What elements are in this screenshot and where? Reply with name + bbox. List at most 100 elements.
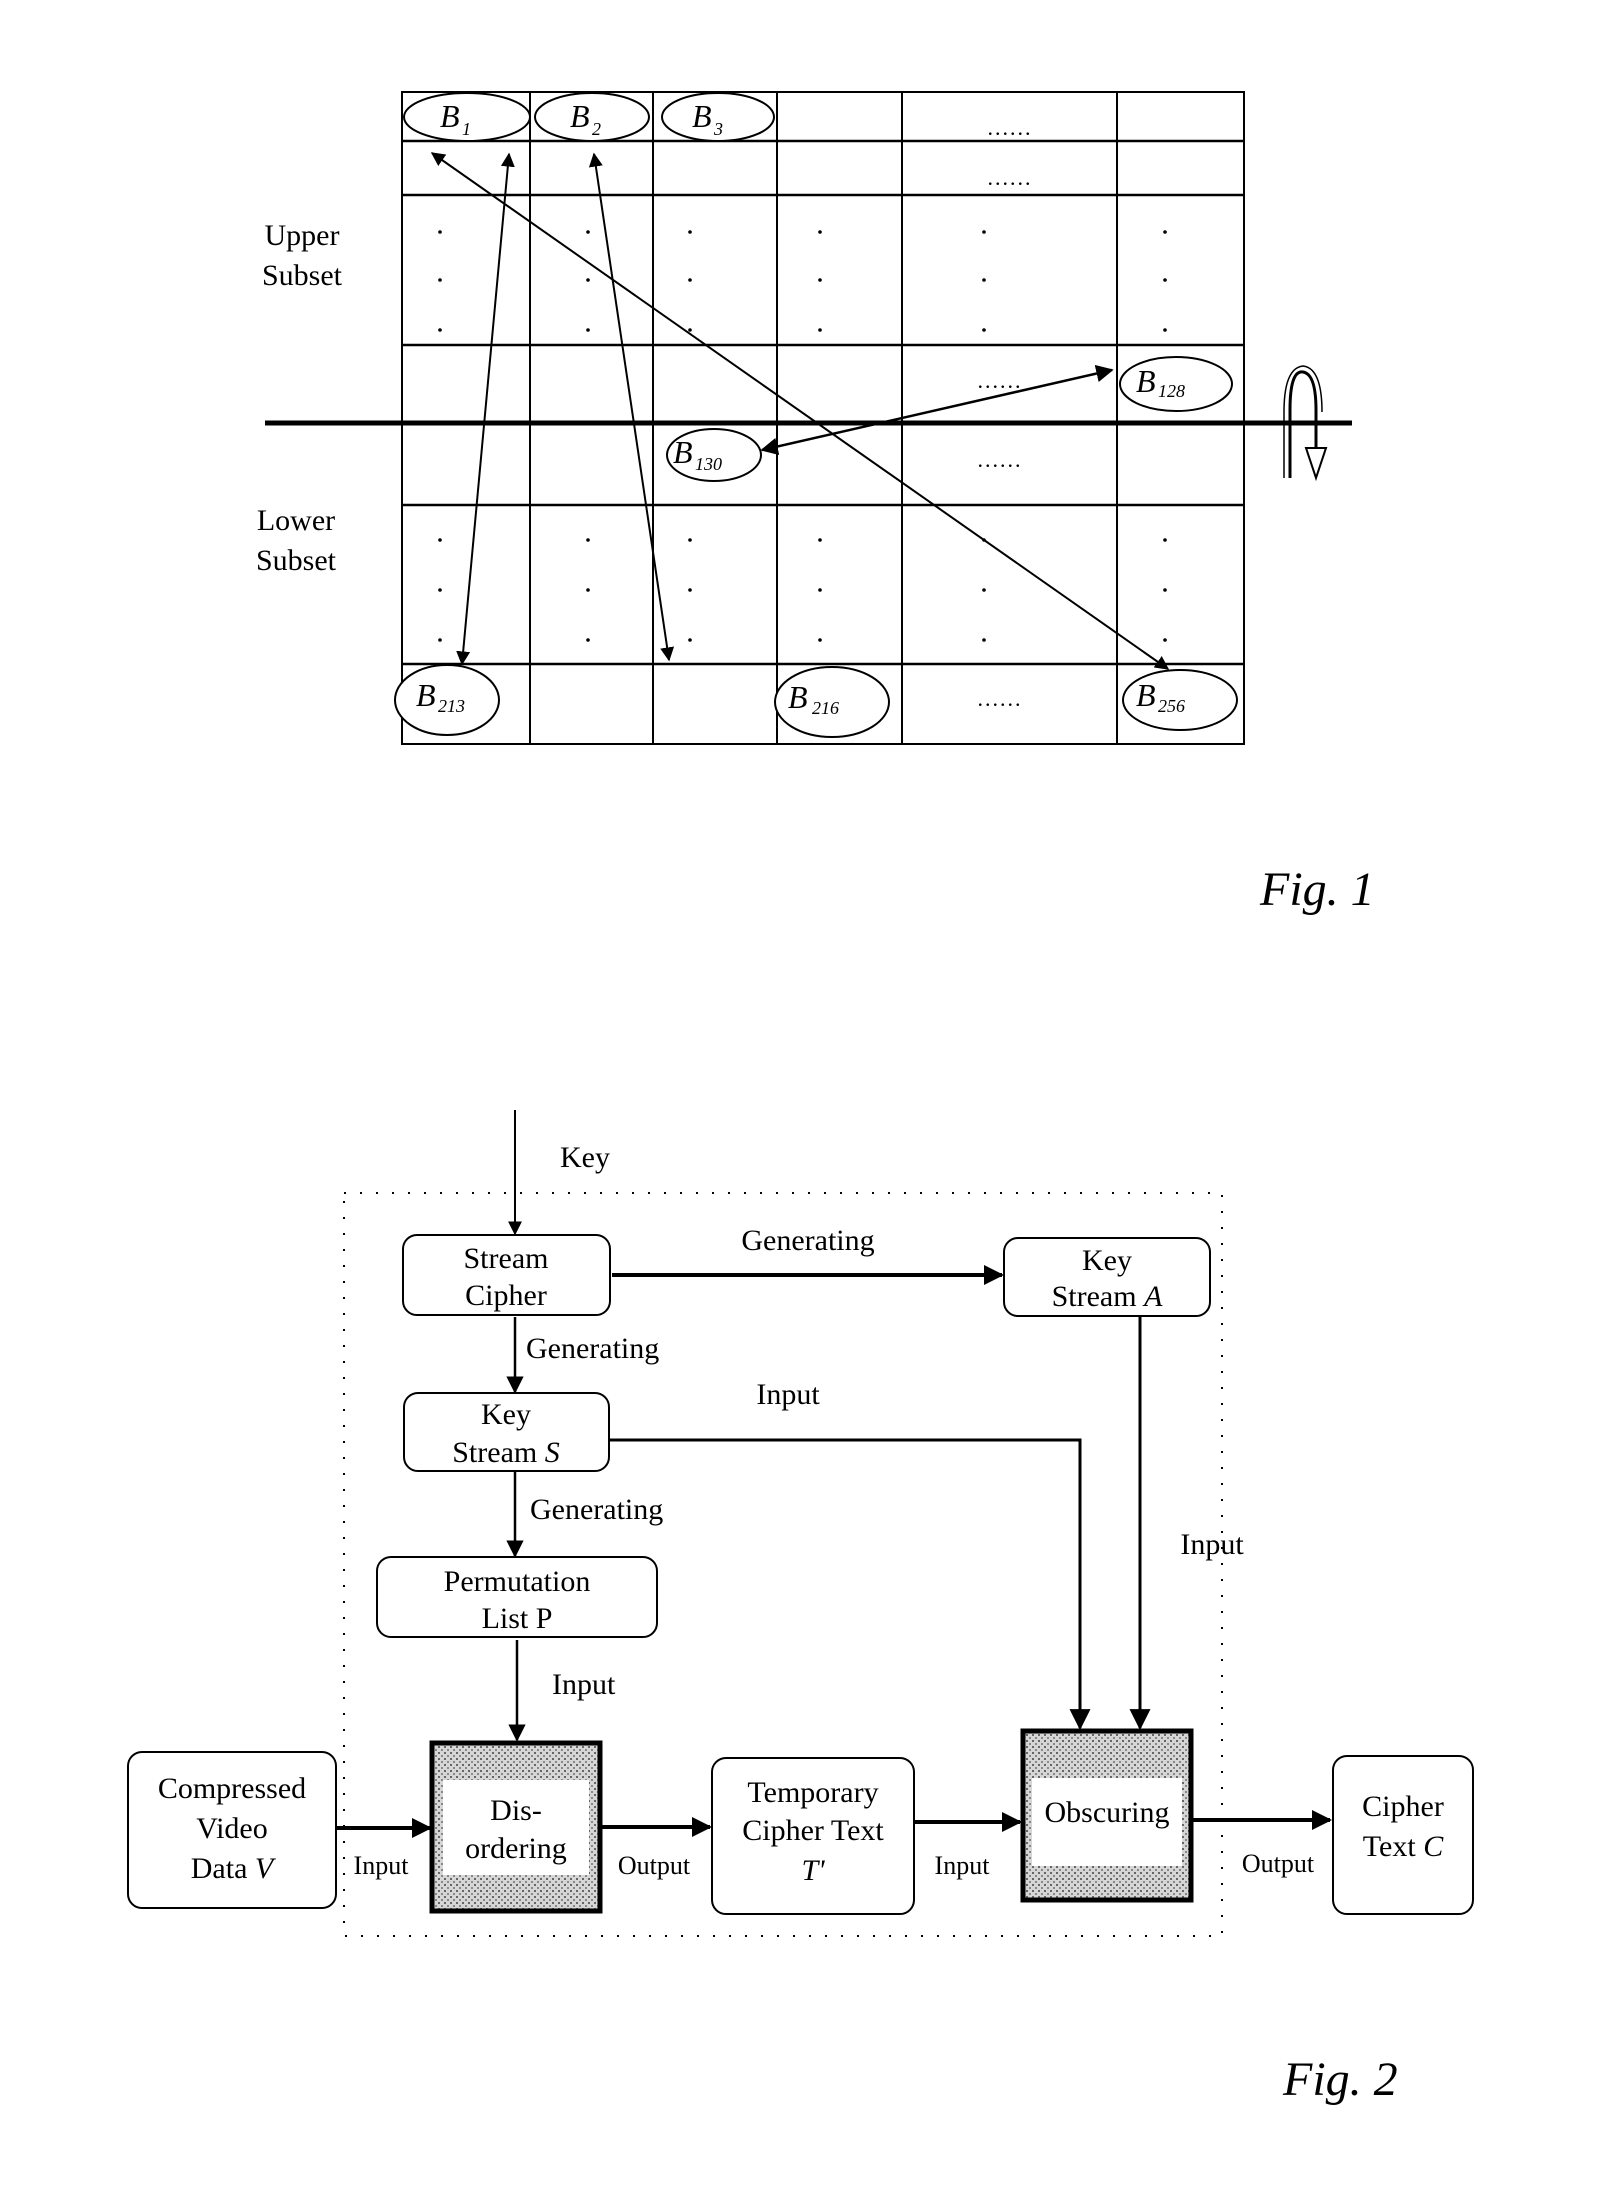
svg-text:B: B — [1136, 677, 1156, 713]
temporary-cipher-text-node: Temporary Cipher Text T' — [711, 1757, 915, 1915]
ellipsis: ...... — [978, 368, 1023, 393]
upper-subset-label: Upper — [265, 219, 340, 252]
fig1-block-grid — [401, 91, 1245, 745]
svg-text:Key: Key — [1082, 1244, 1132, 1277]
svg-text:Key: Key — [481, 1398, 531, 1431]
continuation-dot — [818, 538, 822, 542]
continuation-dot — [1163, 638, 1167, 642]
continuation-dot — [438, 638, 442, 642]
continuation-dot — [818, 638, 822, 642]
swap-arrow-b3-b216 — [588, 152, 675, 662]
lower-subset-label: Lower — [257, 504, 335, 537]
svg-text:B: B — [416, 677, 436, 713]
svg-text:B: B — [788, 679, 808, 715]
continuation-dot — [982, 278, 986, 282]
permutation-list-node: Permutation List P — [376, 1556, 658, 1638]
ellipsis: ...... — [988, 115, 1033, 140]
ellipsis: ...... — [978, 686, 1023, 711]
figure-2-caption: Fig. 2 — [1282, 2053, 1398, 2106]
continuation-dot — [688, 328, 692, 332]
continuation-dot — [1163, 588, 1167, 592]
continuation-dot — [818, 278, 822, 282]
svg-text:213: 213 — [438, 696, 465, 716]
svg-text:2: 2 — [592, 119, 601, 139]
continuation-dot — [982, 230, 986, 234]
svg-text:Dis-: Dis- — [490, 1794, 542, 1827]
svg-text:Permutation: Permutation — [444, 1565, 591, 1598]
edge-label: Input — [756, 1378, 820, 1411]
swap-arrow-b128-b130 — [760, 364, 1114, 456]
svg-text:Temporary: Temporary — [747, 1776, 878, 1809]
continuation-dot — [586, 278, 590, 282]
continuation-dot — [688, 278, 692, 282]
edge-label: Input — [552, 1668, 616, 1701]
key-stream-s-node: Key Stream S — [403, 1392, 610, 1472]
continuation-dot — [688, 538, 692, 542]
continuation-dot — [586, 538, 590, 542]
block-b2: B 2 — [534, 92, 650, 142]
svg-text:Cipher: Cipher — [465, 1279, 547, 1312]
svg-text:216: 216 — [812, 698, 839, 718]
edge-label: Input — [354, 1851, 410, 1880]
ellipsis: ...... — [988, 165, 1033, 190]
vertical-continuation-dots — [438, 230, 1167, 642]
continuation-dot — [438, 588, 442, 592]
continuation-dot — [438, 328, 442, 332]
continuation-dot — [438, 278, 442, 282]
svg-text:128: 128 — [1158, 381, 1185, 401]
block-b256: B 256 — [1122, 669, 1238, 731]
edge-label: Input — [1180, 1528, 1244, 1561]
continuation-dot — [688, 230, 692, 234]
continuation-dot — [982, 328, 986, 332]
continuation-dot — [688, 588, 692, 592]
swap-arrow-b2-b213 — [456, 152, 515, 666]
key-stream-a-node: Key Stream A — [1003, 1237, 1211, 1317]
svg-text:Video: Video — [196, 1812, 268, 1845]
svg-text:Compressed: Compressed — [158, 1772, 306, 1805]
continuation-dot — [586, 588, 590, 592]
block-b130: B 130 — [666, 428, 762, 482]
svg-text:Stream: Stream — [464, 1242, 549, 1275]
edge-label: Generating — [741, 1224, 874, 1257]
continuation-dot — [1163, 538, 1167, 542]
continuation-dot — [586, 638, 590, 642]
svg-text:3: 3 — [713, 119, 723, 139]
block-b213: B 213 — [394, 664, 500, 736]
ellipsis: ...... — [978, 447, 1023, 472]
upper-subset-label: Subset — [262, 259, 343, 292]
continuation-dot — [438, 538, 442, 542]
svg-text:Data V: Data V — [191, 1852, 277, 1885]
cipher-text-node: Cipher Text C — [1332, 1755, 1474, 1915]
continuation-dot — [818, 328, 822, 332]
continuation-dot — [1163, 328, 1167, 332]
block-b128: B 128 — [1119, 356, 1233, 412]
block-b216: B 216 — [774, 666, 890, 738]
continuation-dot — [1163, 230, 1167, 234]
swap-arrow-b1-b256 — [430, 152, 1170, 670]
patent-figures: Upper Subset Lower Subset ...... ...... … — [127, 91, 1474, 2106]
svg-text:ordering: ordering — [465, 1832, 567, 1865]
continuation-dot — [688, 638, 692, 642]
lower-subset-label: Subset — [256, 544, 337, 577]
edge-label: Output — [1242, 1849, 1315, 1878]
svg-text:1: 1 — [462, 119, 471, 139]
edge-label: Input — [935, 1851, 991, 1880]
svg-text:Obscuring: Obscuring — [1045, 1796, 1170, 1829]
svg-text:Cipher Text: Cipher Text — [742, 1814, 884, 1847]
svg-text:Cipher: Cipher — [1362, 1790, 1444, 1823]
svg-text:B: B — [440, 98, 460, 134]
continuation-dot — [818, 230, 822, 234]
stream-cipher-node: Stream Cipher — [402, 1234, 611, 1316]
obscuring-node: Obscuring — [1020, 1728, 1194, 1903]
continuation-dot — [1163, 278, 1167, 282]
svg-text:Text C: Text C — [1363, 1830, 1444, 1863]
continuation-dot — [818, 588, 822, 592]
svg-text:B: B — [570, 98, 590, 134]
edge-label: Generating — [530, 1493, 663, 1526]
svg-text:130: 130 — [695, 454, 722, 474]
svg-text:B: B — [1136, 363, 1156, 399]
svg-text:Stream S: Stream S — [452, 1436, 559, 1469]
edge-kss-to-obscuring — [610, 1438, 1091, 1731]
continuation-dot — [982, 588, 986, 592]
svg-text:B: B — [692, 98, 712, 134]
